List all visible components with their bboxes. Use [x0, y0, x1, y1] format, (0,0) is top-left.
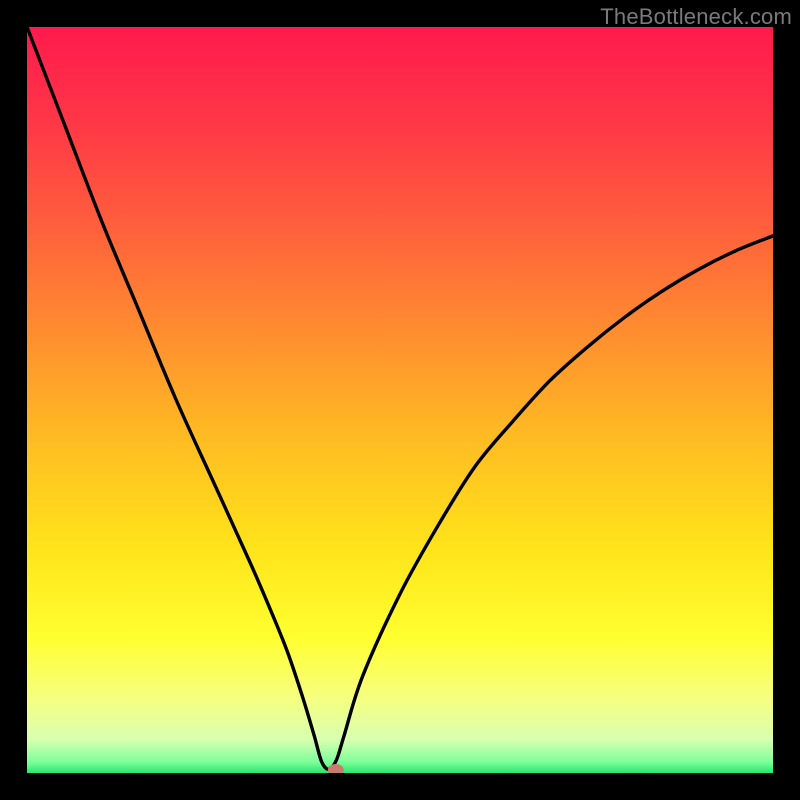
plot-area [27, 27, 773, 773]
chart-frame: TheBottleneck.com [0, 0, 800, 800]
bottleneck-curve [27, 27, 773, 773]
marker-dot [328, 764, 344, 773]
